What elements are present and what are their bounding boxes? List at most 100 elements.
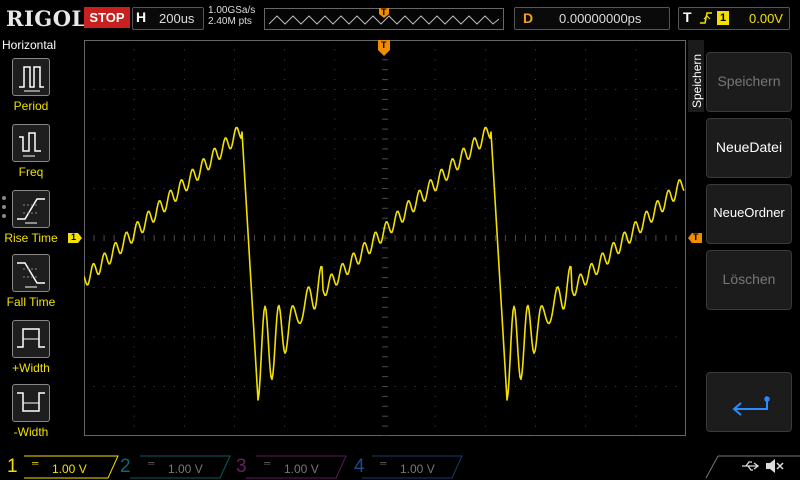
grid-dot bbox=[665, 386, 667, 387]
grid-dot bbox=[133, 405, 135, 407]
grid-dot bbox=[254, 287, 256, 288]
grid-dot bbox=[535, 296, 536, 298]
grid-dot bbox=[334, 69, 336, 71]
grid-dot bbox=[484, 40, 486, 41]
grid-dot bbox=[484, 247, 486, 249]
return-button[interactable] bbox=[706, 372, 792, 432]
grid-dot bbox=[585, 59, 587, 61]
grid-dot bbox=[284, 178, 286, 180]
grid-dot bbox=[183, 386, 185, 387]
pos-width-icon bbox=[12, 320, 50, 358]
grid-dot bbox=[133, 306, 135, 308]
grid-dot bbox=[234, 356, 235, 358]
grid-dot bbox=[133, 395, 135, 397]
grid-dot bbox=[484, 188, 486, 189]
grid-dot bbox=[535, 336, 536, 338]
grid-dot bbox=[183, 395, 185, 397]
grid-dot bbox=[414, 188, 416, 189]
neue-ordner-button[interactable]: NeueOrdner bbox=[706, 184, 792, 244]
grid-dot bbox=[585, 316, 587, 318]
grid-dot bbox=[565, 188, 567, 189]
grid-dot bbox=[143, 287, 145, 288]
pos-width-button[interactable]: +Width bbox=[4, 320, 58, 375]
timebase-value: 200us bbox=[159, 11, 195, 26]
acquisition-info: 1.00GSa/s 2.40M pts bbox=[208, 5, 255, 27]
grid-dot bbox=[655, 336, 657, 338]
channel-2-indicator[interactable]: 2 ═ 1.00 V bbox=[118, 456, 234, 480]
grid-dot bbox=[535, 386, 536, 387]
grid-dot bbox=[535, 287, 536, 288]
grid-dot bbox=[494, 336, 496, 338]
menu-page-indicator bbox=[2, 196, 6, 223]
grid-dot bbox=[334, 287, 336, 288]
grid-dot bbox=[635, 79, 637, 81]
grid-dot bbox=[645, 287, 647, 288]
grid-dot bbox=[524, 188, 526, 189]
grid-dot bbox=[314, 287, 316, 288]
grid-dot bbox=[535, 405, 536, 407]
grid-dot bbox=[334, 207, 336, 209]
grid-dot bbox=[334, 108, 336, 110]
grid-dot bbox=[234, 386, 235, 387]
grid-dot bbox=[585, 267, 587, 269]
grid-dot bbox=[193, 287, 195, 288]
grid-dot bbox=[183, 405, 185, 407]
grid-dot bbox=[334, 405, 336, 407]
fall-time-button[interactable]: Fall Time bbox=[4, 254, 58, 309]
rise-time-button[interactable]: Rise Time bbox=[4, 190, 58, 245]
grid-dot bbox=[183, 98, 185, 100]
trigger-box[interactable]: T 1 0.00V bbox=[678, 7, 790, 30]
grid-dot bbox=[183, 247, 185, 249]
grid-dot bbox=[374, 336, 376, 338]
grid-dot bbox=[464, 386, 466, 387]
speichern-button[interactable]: Speichern bbox=[706, 52, 792, 112]
grid-dot bbox=[514, 89, 516, 90]
waveform-display[interactable] bbox=[84, 40, 686, 436]
grid-dot bbox=[635, 158, 637, 160]
freq-button[interactable]: Freq bbox=[4, 124, 58, 179]
neg-width-button[interactable]: -Width bbox=[4, 384, 58, 439]
grid-dot bbox=[555, 336, 557, 338]
grid-dot bbox=[294, 386, 296, 387]
grid-dot bbox=[484, 158, 486, 160]
run-stop-status[interactable]: STOP bbox=[84, 7, 130, 28]
grid-dot bbox=[264, 386, 266, 387]
channel-1-indicator[interactable]: 1 ═ 1.00 V bbox=[0, 456, 120, 480]
grid-dot bbox=[334, 148, 336, 150]
grid-dot bbox=[173, 336, 175, 338]
grid-dot bbox=[514, 386, 516, 387]
delay-box[interactable]: D 0.00000000ps bbox=[514, 7, 670, 30]
period-button[interactable]: Period bbox=[4, 58, 58, 113]
loeschen-button[interactable]: Löschen bbox=[706, 250, 792, 310]
grid-dot bbox=[535, 138, 536, 140]
grid-dot bbox=[454, 138, 456, 140]
loeschen-label: Löschen bbox=[722, 271, 776, 287]
neue-datei-button[interactable]: NeueDatei bbox=[706, 118, 792, 178]
channel-4-indicator[interactable]: 4 ═ 1.00 V bbox=[350, 456, 466, 480]
channel-1-coupling-icon: ═ bbox=[32, 458, 39, 468]
grid-dot bbox=[535, 306, 536, 308]
grid-dot bbox=[615, 188, 617, 189]
grid-dot bbox=[434, 217, 436, 219]
grid-dot bbox=[234, 148, 235, 150]
grid-dot bbox=[314, 138, 316, 140]
grid-dot bbox=[585, 197, 587, 199]
grid-dot bbox=[635, 257, 637, 259]
channel-3-indicator[interactable]: 3 ═ 1.00 V bbox=[234, 456, 350, 480]
timebase-box[interactable]: H 200us bbox=[132, 7, 204, 30]
grid-dot bbox=[484, 178, 486, 180]
grid-dot bbox=[133, 247, 135, 249]
grid-dot bbox=[575, 386, 577, 387]
grid-dot bbox=[234, 326, 235, 328]
grid-dot bbox=[545, 138, 547, 140]
grid-dot bbox=[183, 366, 185, 368]
grid-dot bbox=[183, 197, 185, 199]
grid-dot bbox=[183, 376, 185, 378]
grid-dot bbox=[284, 267, 286, 269]
memory-overview-bar[interactable]: T bbox=[264, 7, 504, 30]
grid-dot bbox=[374, 188, 376, 189]
speaker-muted-icon[interactable] bbox=[764, 457, 784, 475]
grid-dot bbox=[294, 89, 296, 90]
grid-dot bbox=[575, 336, 577, 338]
grid-dot bbox=[484, 227, 486, 229]
